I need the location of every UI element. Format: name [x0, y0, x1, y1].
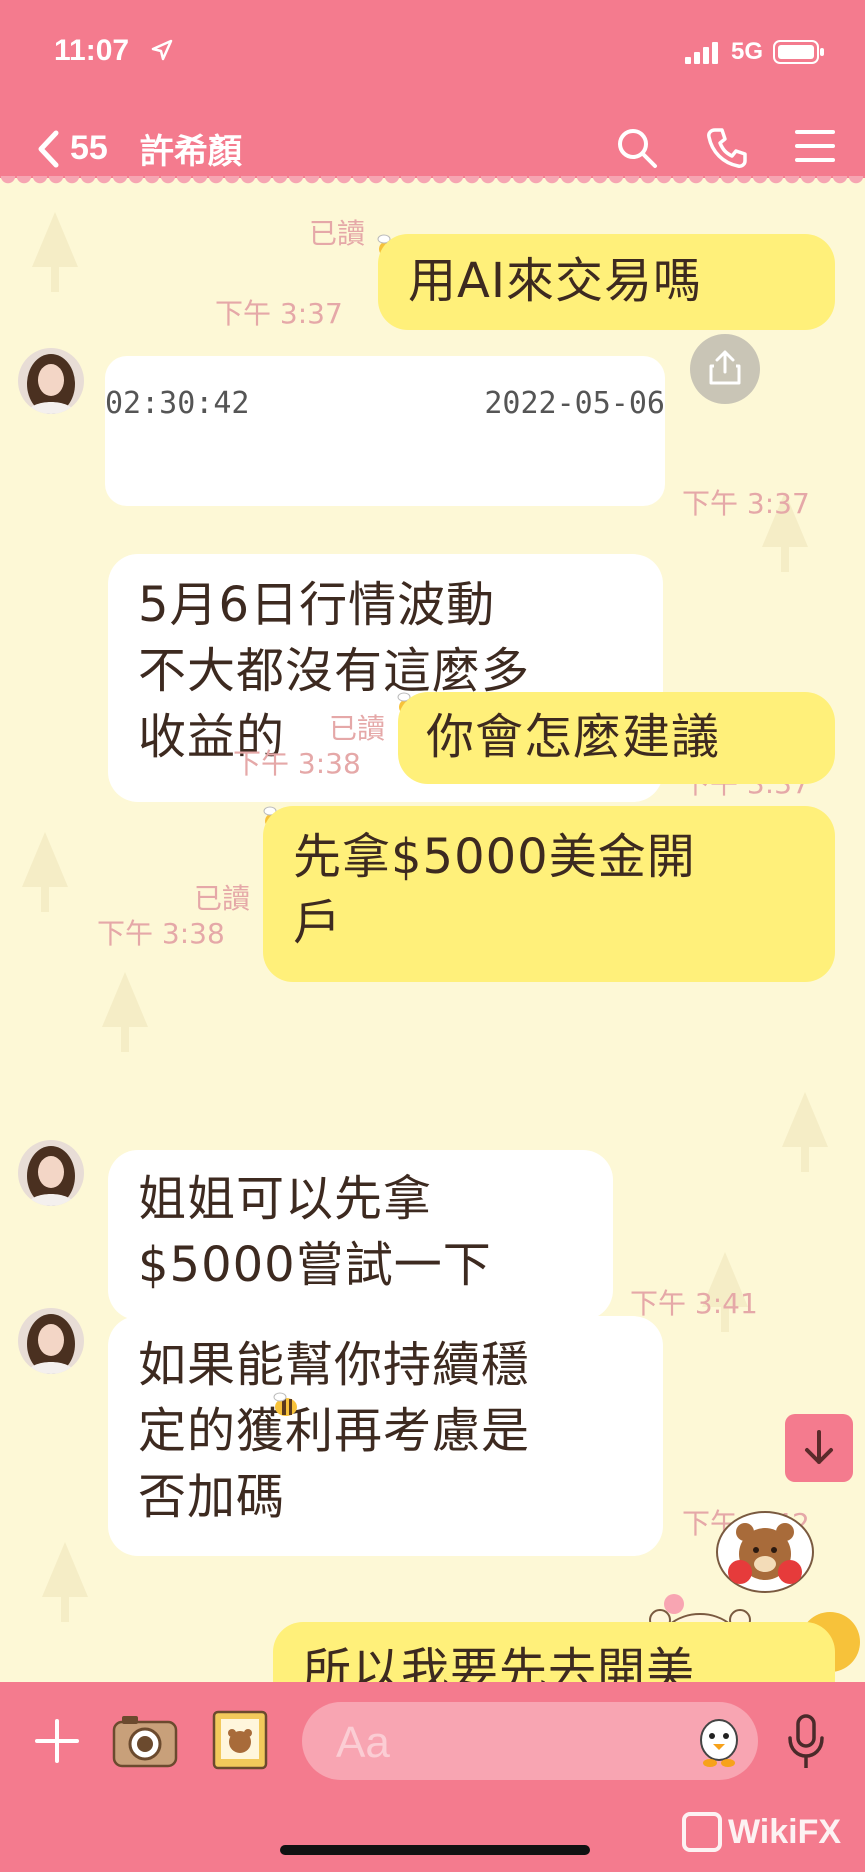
status-bar: 11:07 5G	[0, 0, 865, 100]
wikifx-watermark-text: WikiFX	[728, 1812, 842, 1851]
message-bubble-outgoing[interactable]: 所以我要先去開美	[273, 1622, 835, 1682]
message-time: 下午 3:38	[233, 747, 361, 780]
header-scallop-border	[0, 176, 865, 192]
avatar-image	[18, 1308, 84, 1374]
share-icon	[709, 350, 741, 385]
bee-sticker-icon	[273, 1392, 297, 1416]
background-tree-icon	[22, 832, 68, 912]
unread-count: 55	[70, 129, 108, 167]
status-time: 11:07	[54, 34, 130, 67]
signal-icon	[684, 42, 718, 64]
network-label: 5G	[730, 38, 763, 65]
background-tree-icon	[102, 972, 148, 1052]
image-message[interactable]: 02:30:42 2022-05-06	[105, 356, 665, 506]
message-time: 下午 3:37	[682, 487, 810, 520]
image-text-time: 02:30:42	[105, 386, 250, 421]
background-tree-icon	[782, 1092, 828, 1172]
chat-header: 55 許希顏	[0, 100, 865, 178]
phone-icon[interactable]	[705, 126, 749, 170]
avatar[interactable]	[18, 1308, 84, 1374]
home-indicator	[280, 1845, 590, 1855]
battery-icon	[773, 40, 824, 64]
plus-icon[interactable]	[34, 1718, 80, 1764]
share-button[interactable]	[690, 334, 760, 404]
message-text: 姐姐可以先拿 $5000嘗試一下	[138, 1171, 492, 1293]
message-time: 下午 3:38	[97, 917, 225, 950]
avatar-image	[18, 348, 84, 414]
background-tree-icon	[42, 1542, 88, 1622]
message-bubble-incoming[interactable]: 如果能幫你持續穩 定的獲利再考慮是 否加碼	[108, 1316, 663, 1556]
background-tree-icon	[32, 212, 78, 292]
camera-icon[interactable]	[112, 1712, 178, 1770]
avatar[interactable]	[18, 348, 84, 414]
header-actions	[615, 126, 835, 170]
read-receipt: 已讀	[308, 217, 365, 250]
message-bubble-outgoing[interactable]: 先拿$5000美金開 戶	[263, 806, 835, 982]
search-icon[interactable]	[615, 126, 659, 170]
wikifx-logo-icon	[682, 1812, 722, 1852]
back-chevron-icon	[38, 130, 59, 167]
read-receipt: 已讀	[328, 712, 385, 745]
message-input[interactable]: Aa	[302, 1702, 758, 1780]
chat-screen: 11:07 5G 55 許希顏 已讀 下午 3:37 用AI來交易嗎 02:30…	[0, 0, 865, 1872]
message-bubble-outgoing[interactable]: 你會怎麼建議	[398, 692, 835, 784]
avatar[interactable]	[18, 1140, 84, 1206]
chat-title: 許希顏	[139, 132, 242, 172]
menu-icon[interactable]	[795, 126, 835, 166]
message-text: 所以我要先去開美	[303, 1643, 696, 1682]
emoji-icon[interactable]	[696, 1714, 742, 1768]
message-text: 如果能幫你持續穩 定的獲利再考慮是 否加碼	[138, 1337, 531, 1525]
back-button[interactable]: 55 許希顏	[36, 124, 242, 173]
mic-icon[interactable]	[786, 1714, 826, 1770]
scroll-to-bottom-button[interactable]	[785, 1414, 853, 1482]
message-text: 用AI來交易嗎	[408, 253, 702, 309]
message-time: 下午 3:41	[630, 1287, 758, 1320]
message-bubble-outgoing[interactable]: 用AI來交易嗎	[378, 234, 835, 330]
scroll-down-icon	[805, 1430, 833, 1464]
avatar-image	[18, 1140, 84, 1206]
navigation-arrow-icon	[151, 39, 173, 61]
message-bubble-incoming[interactable]: 姐姐可以先拿 $5000嘗試一下	[108, 1150, 613, 1320]
message-list[interactable]: 已讀 下午 3:37 用AI來交易嗎 02:30:42 2022-05-06 下…	[0, 192, 865, 1682]
image-caption-row: 02:30:42 2022-05-06	[105, 356, 665, 506]
message-input-placeholder: Aa	[336, 1718, 390, 1767]
message-text: 你會怎麼建議	[426, 709, 721, 765]
message-time: 下午 3:37	[215, 297, 343, 330]
message-text: 先拿$5000美金開 戶	[293, 829, 696, 951]
image-text-date: 2022-05-06	[484, 386, 665, 421]
status-indicators: 5G	[684, 38, 825, 66]
wikifx-watermark: WikiFX	[682, 1812, 841, 1852]
photo-icon[interactable]	[212, 1710, 268, 1770]
read-receipt: 已讀	[193, 882, 250, 915]
input-bar: Aa WikiFX	[0, 1682, 865, 1872]
